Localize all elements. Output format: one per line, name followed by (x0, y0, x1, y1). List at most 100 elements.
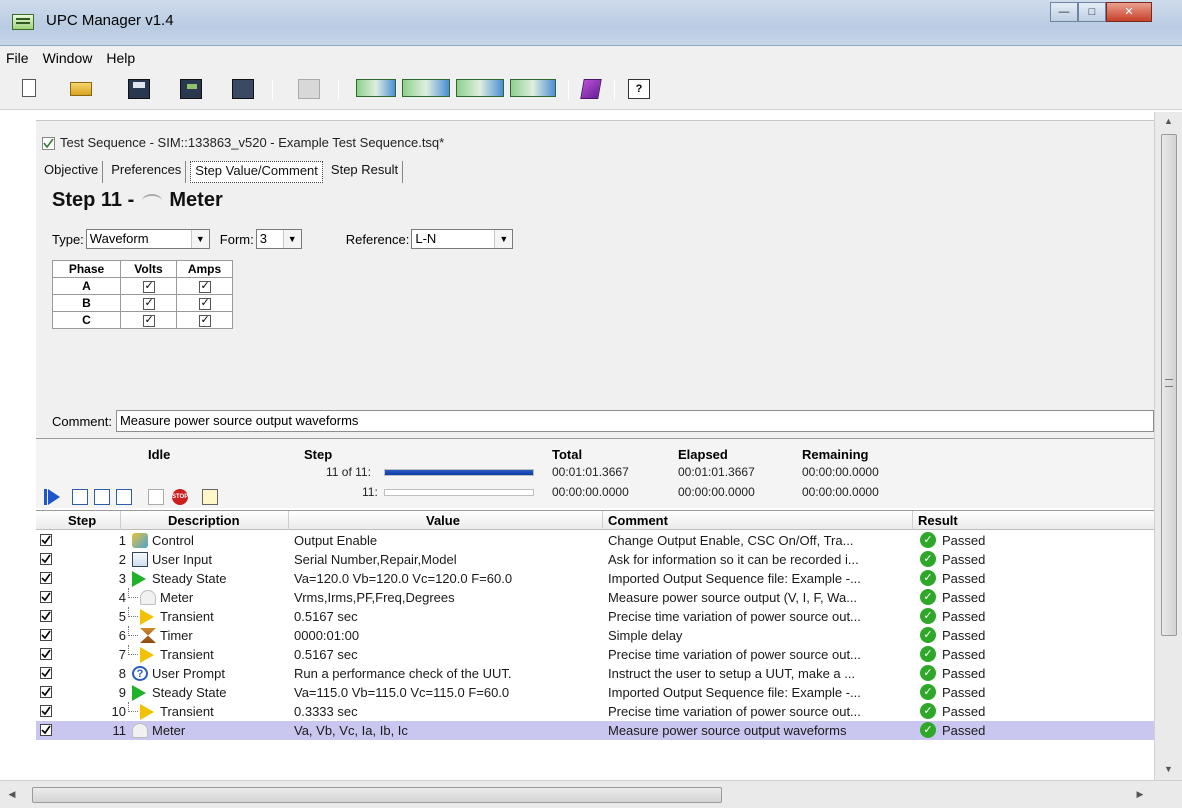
vertical-scrollbar[interactable]: ▲ ▼ (1154, 112, 1182, 780)
col-value[interactable]: Value (426, 513, 460, 528)
step-description: Meter (160, 590, 194, 605)
row-checkbox[interactable] (40, 553, 52, 565)
step-description: User Input (152, 552, 212, 567)
row-checkbox[interactable] (40, 686, 52, 698)
table-row[interactable]: 4 Meter Vrms,Irms,PF,Freq,Degrees Measur… (36, 588, 1154, 607)
step-total-time: 00:00:00.0000 (552, 485, 629, 499)
column-divider[interactable] (288, 511, 289, 530)
col-step[interactable]: Step (68, 513, 96, 528)
col-comment[interactable]: Comment (608, 513, 668, 528)
pause-icon[interactable] (148, 489, 164, 505)
elapsed-header: Elapsed (678, 447, 728, 462)
amps-checkbox[interactable] (198, 296, 211, 310)
reference-select[interactable]: L-N ▼ (411, 229, 514, 249)
table-row[interactable]: 9 Steady State Va=115.0 Vb=115.0 Vc=115.… (36, 683, 1154, 702)
row-checkbox[interactable] (40, 534, 52, 546)
col-result[interactable]: Result (918, 513, 958, 528)
tab-objective[interactable]: Objective (40, 161, 104, 183)
comment-field[interactable]: Measure power source output waveforms (115, 410, 1154, 432)
table-row[interactable]: 10 Transient 0.3333 sec Precise time var… (36, 702, 1154, 721)
step-remaining-time: 00:00:00.0000 (802, 485, 879, 499)
row-checkbox[interactable] (40, 724, 52, 736)
step-over-icon[interactable] (116, 489, 132, 505)
tree-connector (128, 588, 138, 598)
app-icon (12, 14, 34, 30)
volts-checkbox[interactable] (142, 296, 155, 310)
close-button[interactable]: ✕ (1106, 2, 1152, 22)
vertical-scroll-thumb[interactable] (1161, 134, 1177, 636)
tree-connector (128, 607, 138, 617)
table-row[interactable]: 8 ? User Prompt Run a performance check … (36, 664, 1154, 683)
menu-help[interactable]: Help (106, 50, 135, 66)
menu-file[interactable]: File (6, 50, 29, 66)
toolbar: ? (0, 70, 1182, 110)
user-prompt-icon: ? (132, 666, 148, 681)
stop-icon[interactable]: STOP (172, 489, 188, 505)
new-icon[interactable] (22, 79, 36, 97)
save-icon[interactable] (128, 79, 150, 99)
table-row[interactable]: 6 Timer 0000:01:00 Simple delay ✓ Passed (36, 626, 1154, 645)
tree-connector (128, 702, 138, 712)
passed-icon: ✓ (920, 703, 936, 719)
manual-book-icon[interactable] (580, 79, 602, 99)
type-select[interactable]: Waveform ▼ (85, 229, 210, 249)
tab-step-value-comment[interactable]: Step Value/Comment (190, 161, 323, 183)
chevron-down-icon[interactable]: ▼ (282, 230, 301, 248)
amps-checkbox[interactable] (198, 279, 211, 293)
open-folder-icon[interactable] (70, 82, 92, 96)
step-number: 10 (111, 704, 126, 719)
row-checkbox[interactable] (40, 705, 52, 717)
amps-checkbox[interactable] (198, 313, 211, 327)
maximize-button[interactable]: □ (1078, 2, 1106, 22)
help-icon[interactable]: ? (628, 79, 650, 99)
edit-note-icon[interactable] (202, 489, 218, 505)
tab-preferences[interactable]: Preferences (107, 161, 187, 183)
table-row[interactable]: 7 Transient 0.5167 sec Precise time vari… (36, 645, 1154, 664)
minimize-button[interactable]: — (1050, 2, 1078, 22)
scroll-up-icon[interactable]: ▲ (1155, 116, 1182, 126)
save-as-icon[interactable] (232, 79, 254, 99)
horizontal-scroll-thumb[interactable] (32, 787, 722, 803)
table-row[interactable]: 2 User Input Serial Number,Repair,Model … (36, 550, 1154, 569)
scroll-left-icon[interactable]: ◀ (0, 789, 24, 800)
horizontal-scrollbar[interactable]: ◀ ▶ (0, 780, 1182, 808)
scroll-down-icon[interactable]: ▼ (1155, 764, 1182, 774)
table-row[interactable]: 1 Control Output Enable Change Output En… (36, 531, 1154, 550)
row-checkbox[interactable] (40, 610, 52, 622)
chevron-down-icon[interactable]: ▼ (190, 230, 209, 248)
row-checkbox[interactable] (40, 572, 52, 584)
column-divider[interactable] (602, 511, 603, 530)
step-description: Steady State (152, 685, 227, 700)
column-divider[interactable] (120, 511, 121, 530)
step-description: User Prompt (152, 666, 225, 681)
tab-step-result[interactable]: Step Result (327, 161, 404, 183)
chevron-down-icon[interactable]: ▼ (494, 230, 513, 248)
scroll-right-icon[interactable]: ▶ (1128, 789, 1152, 800)
transfer-to-device-icon[interactable] (402, 79, 450, 97)
step-description: Transient (160, 647, 214, 662)
row-checkbox[interactable] (40, 648, 52, 660)
table-row-selected[interactable]: 11 Meter Va, Vb, Vc, Ia, Ib, Ic Measure … (36, 721, 1154, 740)
step-next-icon[interactable] (94, 489, 110, 505)
col-description[interactable]: Description (168, 513, 240, 528)
volts-checkbox[interactable] (142, 313, 155, 327)
row-checkbox[interactable] (40, 591, 52, 603)
column-divider[interactable] (912, 511, 913, 530)
form-select[interactable]: 3 ▼ (255, 229, 302, 249)
row-checkbox[interactable] (40, 667, 52, 679)
volts-checkbox[interactable] (142, 279, 155, 293)
transfer-all-icon[interactable] (456, 79, 504, 97)
print-icon[interactable] (298, 79, 320, 99)
step-into-icon[interactable] (72, 489, 88, 505)
transfer-from-device-icon[interactable] (510, 79, 556, 97)
save-all-icon[interactable] (180, 79, 202, 99)
step-number: 3 (118, 571, 126, 586)
run-icon[interactable] (44, 489, 60, 505)
phase-cell: A (52, 277, 121, 295)
table-row[interactable]: 3 Steady State Va=120.0 Vb=120.0 Vc=120.… (36, 569, 1154, 588)
table-row[interactable]: 5 Transient 0.5167 sec Precise time vari… (36, 607, 1154, 626)
import-flow-icon[interactable] (356, 79, 396, 97)
menu-window[interactable]: Window (43, 50, 93, 66)
row-checkbox[interactable] (40, 629, 52, 641)
tab-bar: Objective Preferences Step Value/Comment… (40, 161, 407, 183)
